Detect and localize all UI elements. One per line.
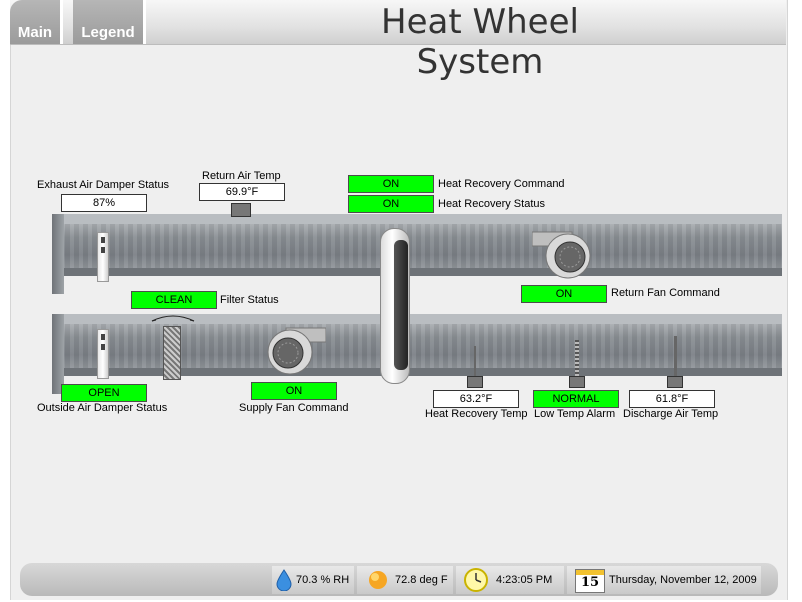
date-segment: 15 Thursday, November 12, 2009 bbox=[567, 566, 761, 594]
supply-fan-command-value[interactable]: ON bbox=[251, 382, 337, 400]
header-bar: Main Legend Heat Wheel System bbox=[10, 0, 786, 82]
discharge-sensor-icon bbox=[667, 376, 683, 388]
exhaust-damper-icon[interactable] bbox=[97, 232, 109, 282]
tab-legend-label: Legend bbox=[81, 24, 135, 41]
filter-arrows-icon bbox=[151, 315, 195, 322]
low-temp-sensor-icon bbox=[569, 376, 585, 388]
heat-recovery-command-value[interactable]: ON bbox=[348, 175, 434, 193]
low-temp-probe bbox=[575, 340, 579, 376]
calendar-icon: 15 bbox=[575, 569, 605, 593]
return-air-temp-label: Return Air Temp bbox=[202, 170, 281, 182]
heat-wheel-core bbox=[394, 240, 408, 370]
filter-icon[interactable] bbox=[163, 326, 181, 380]
heat-recovery-command-label: Heat Recovery Command bbox=[438, 178, 565, 190]
discharge-probe bbox=[674, 336, 677, 376]
return-air-sensor-icon bbox=[231, 203, 251, 217]
heat-recovery-probe bbox=[474, 346, 476, 376]
outside-damper-value[interactable]: OPEN bbox=[61, 384, 147, 402]
temperature-segment: 72.8 deg F bbox=[357, 566, 453, 594]
exhaust-damper-value[interactable]: 87% bbox=[61, 194, 147, 212]
discharge-air-temp-value[interactable]: 61.8°F bbox=[629, 390, 715, 408]
filter-status-value[interactable]: CLEAN bbox=[131, 291, 217, 309]
return-fan-command-label: Return Fan Command bbox=[611, 287, 720, 299]
outside-damper-label: Outside Air Damper Status bbox=[37, 402, 168, 414]
exhaust-damper-label: Exhaust Air Damper Status bbox=[37, 179, 170, 191]
heat-recovery-temp-label: Heat Recovery Temp bbox=[425, 408, 528, 420]
tab-legend[interactable]: Legend bbox=[73, 0, 146, 44]
low-temp-alarm-value[interactable]: NORMAL bbox=[533, 390, 619, 408]
low-temp-alarm-label: Low Temp Alarm bbox=[534, 408, 616, 420]
discharge-air-temp-label: Discharge Air Temp bbox=[623, 408, 719, 420]
humidity-segment: 70.3 % RH bbox=[272, 566, 354, 594]
date-value: Thursday, November 12, 2009 bbox=[609, 574, 757, 586]
return-air-temp-value[interactable]: 69.9°F bbox=[199, 183, 285, 201]
outside-damper-icon[interactable] bbox=[97, 329, 109, 379]
sun-icon bbox=[369, 571, 387, 589]
return-fan-icon[interactable] bbox=[532, 230, 594, 280]
water-drop-icon bbox=[276, 569, 292, 591]
calendar-day: 15 bbox=[580, 575, 600, 590]
humidity-value: 70.3 % RH bbox=[296, 574, 350, 586]
heat-recovery-sensor-icon bbox=[467, 376, 483, 388]
heat-recovery-temp-value[interactable]: 63.2°F bbox=[433, 390, 519, 408]
return-fan-command-value[interactable]: ON bbox=[521, 285, 607, 303]
page-title: Heat Wheel System bbox=[381, 2, 579, 82]
tab-main-label: Main bbox=[17, 24, 53, 41]
return-duct bbox=[52, 214, 782, 294]
tab-main[interactable]: Main bbox=[10, 0, 63, 44]
supply-fan-command-label: Supply Fan Command bbox=[239, 402, 349, 414]
supply-fan-icon[interactable] bbox=[264, 326, 326, 376]
heat-recovery-status-label: Heat Recovery Status bbox=[438, 198, 545, 210]
filter-status-label: Filter Status bbox=[220, 294, 279, 306]
clock-icon bbox=[464, 568, 488, 592]
time-segment: 4:23:05 PM bbox=[456, 566, 564, 594]
heat-recovery-status-value[interactable]: ON bbox=[348, 195, 434, 213]
temperature-value: 72.8 deg F bbox=[395, 574, 448, 586]
time-value: 4:23:05 PM bbox=[496, 574, 553, 586]
